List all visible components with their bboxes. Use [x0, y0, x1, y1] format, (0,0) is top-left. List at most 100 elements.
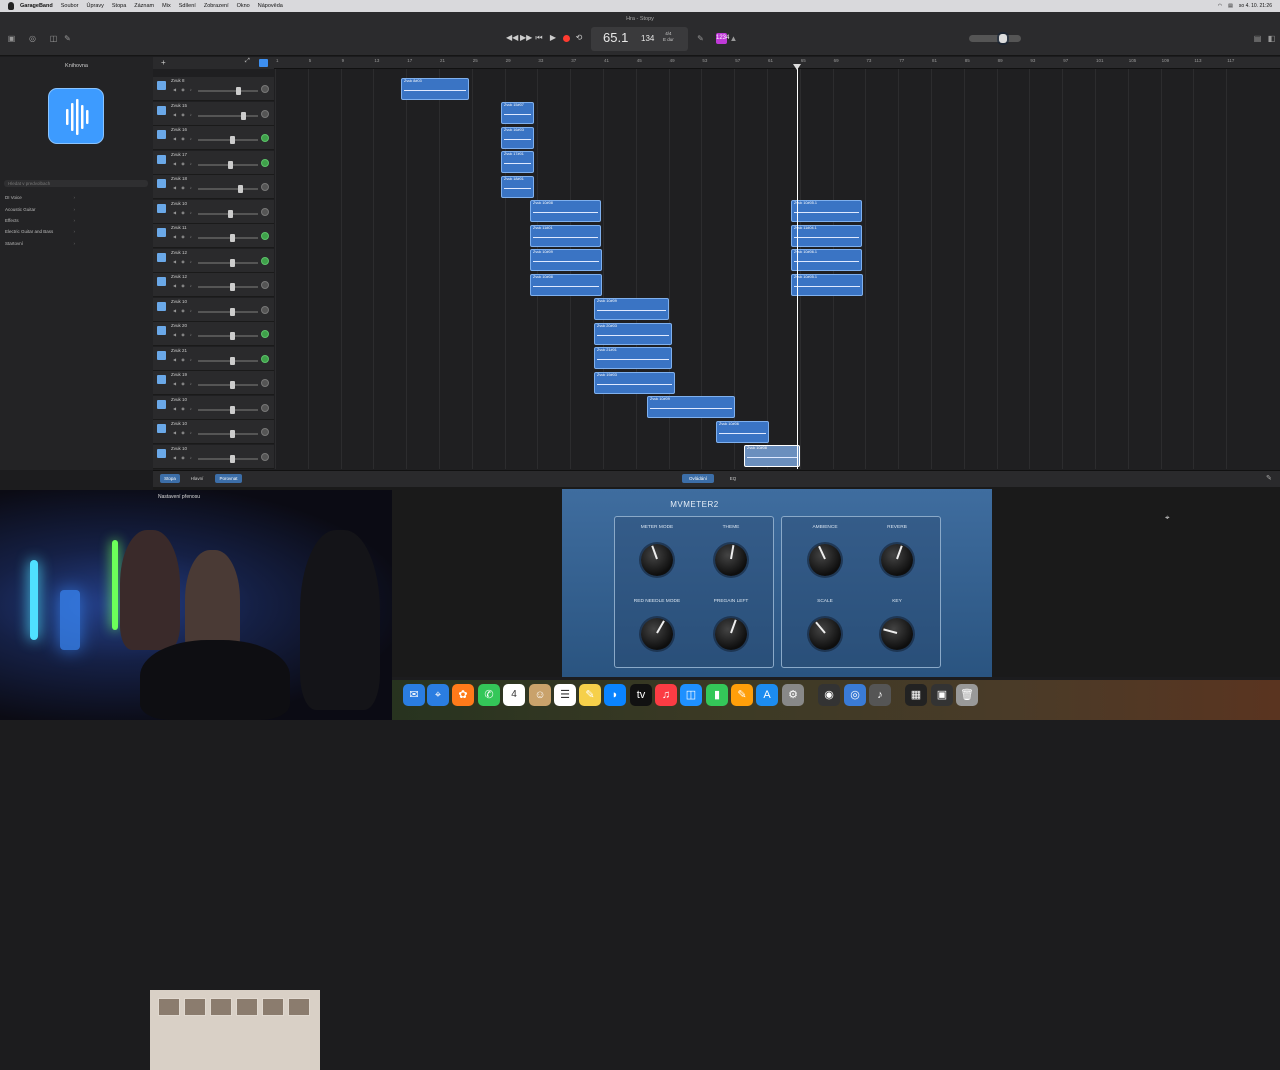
mute-solo-icon[interactable]: ◀ ◉ ♪: [173, 332, 194, 337]
audio-region[interactable]: Zvuk 19#03: [594, 372, 675, 394]
fader-knob[interactable]: [228, 160, 233, 169]
volume-fader[interactable]: [198, 258, 258, 267]
wifi-icon[interactable]: ◠: [1218, 3, 1222, 9]
audio-region[interactable]: Zvuk 18#01: [501, 176, 534, 198]
tab-eq[interactable]: EQ: [722, 474, 744, 483]
audio-region[interactable]: Zvuk 17#01: [501, 151, 534, 173]
forward-icon[interactable]: ▶▶: [520, 33, 532, 43]
mute-solo-icon[interactable]: ◀ ◉ ♪: [173, 406, 194, 411]
editors-icon[interactable]: ✎: [62, 33, 73, 44]
playhead-handle-icon[interactable]: [793, 64, 801, 70]
track-header[interactable]: Zvuk 10 ◀ ◉ ♪: [153, 199, 274, 224]
fader-knob[interactable]: [230, 283, 235, 291]
mute-solo-icon[interactable]: ◀ ◉ ♪: [173, 357, 194, 362]
catch-playhead-icon[interactable]: ⤢: [245, 58, 250, 65]
track-header[interactable]: Zvuk 18 ◀ ◉ ♪: [153, 175, 274, 199]
menu-item-share[interactable]: Sdílení: [179, 3, 196, 9]
library-item-di-voice[interactable]: DI Voice ›: [5, 193, 75, 203]
fader-knob[interactable]: [228, 209, 233, 218]
pan-knob[interactable]: [261, 232, 269, 240]
pan-knob[interactable]: [261, 158, 269, 167]
plugin-knob[interactable]: [809, 618, 841, 650]
pan-knob[interactable]: [261, 183, 269, 191]
control-center-icon[interactable]: ▤: [1228, 3, 1233, 9]
plugin-knob[interactable]: [641, 544, 673, 576]
loop-browser-icon[interactable]: ◧: [1266, 33, 1277, 44]
library-item-electric-guitar[interactable]: Electric Guitar and Bass ›: [5, 227, 75, 237]
track-header[interactable]: Zvuk 15 ◀ ◉ ♪: [153, 101, 274, 126]
trash-icon[interactable]: 🗑: [956, 684, 978, 706]
help-icon[interactable]: ◎: [27, 33, 38, 44]
fader-knob[interactable]: [230, 332, 235, 340]
track-name[interactable]: Zvuk 21: [171, 348, 187, 353]
menu-item-mix[interactable]: Mix: [162, 3, 171, 9]
cycle-icon[interactable]: ⟲: [574, 33, 584, 43]
fader-knob[interactable]: [230, 307, 235, 316]
go-to-start-icon[interactable]: ⏮: [534, 33, 544, 43]
track-name[interactable]: Zvuk 19: [171, 372, 187, 377]
track-name[interactable]: Zvuk 12: [171, 274, 187, 279]
volume-fader[interactable]: [198, 381, 258, 389]
fader-knob[interactable]: [230, 454, 235, 463]
plugin-knob[interactable]: [881, 544, 913, 576]
track-name[interactable]: Zvuk 10: [171, 421, 187, 426]
track-name[interactable]: Zvuk 17: [171, 152, 187, 157]
audio-region[interactable]: Zvuk 10#05.1: [791, 274, 863, 296]
menu-item-record[interactable]: Záznam: [134, 3, 154, 9]
playhead[interactable]: [797, 64, 798, 469]
volume-fader[interactable]: [198, 234, 258, 242]
menu-item-view[interactable]: Zobrazení: [204, 3, 229, 9]
volume-fader[interactable]: [198, 185, 258, 193]
track-header[interactable]: Zvuk 12 ◀ ◉ ♪: [153, 273, 274, 297]
track-header[interactable]: Zvuk 21 ◀ ◉ ♪: [153, 346, 274, 371]
edit-pencil-icon[interactable]: ✎: [1266, 474, 1272, 482]
volume-fader[interactable]: [198, 283, 258, 291]
fader-knob[interactable]: [230, 136, 235, 144]
audio-region[interactable]: Zvuk 15#07: [501, 102, 534, 124]
app-store-icon[interactable]: A: [756, 684, 778, 706]
volume-fader[interactable]: [198, 136, 258, 144]
fader-knob[interactable]: [241, 111, 246, 120]
mute-solo-icon[interactable]: ◀ ◉ ♪: [173, 161, 194, 166]
volume-fader[interactable]: [198, 111, 258, 120]
audio-region[interactable]: Zvuk 16#03: [501, 127, 534, 149]
track-header[interactable]: Zvuk 20 ◀ ◉ ♪: [153, 322, 274, 346]
pan-knob[interactable]: [261, 109, 269, 118]
tab-controls[interactable]: Ovládání: [682, 474, 714, 483]
track-name[interactable]: Zvuk 16: [171, 127, 187, 132]
master-volume-slider[interactable]: [969, 34, 1021, 43]
audio-region[interactable]: Zvuk 10#08: [744, 445, 800, 467]
smart-controls-icon[interactable]: ◫: [48, 33, 59, 44]
track-header[interactable]: Zvuk 17 ◀ ◉ ♪: [153, 150, 274, 175]
audio-region[interactable]: Zvuk 10#08: [530, 200, 601, 222]
notepad-icon[interactable]: ▤: [1252, 33, 1263, 44]
finder-search-icon[interactable]: ◎: [844, 684, 866, 706]
tv-icon[interactable]: tv: [630, 684, 652, 706]
garageband-icon[interactable]: ♪: [869, 684, 891, 706]
screenshot-icon[interactable]: ▦: [905, 684, 927, 706]
apple-icon[interactable]: [8, 2, 14, 10]
volume-fader[interactable]: [198, 454, 258, 463]
library-item-acoustic-guitar[interactable]: Acoustic Guitar ›: [5, 205, 75, 215]
menu-item-file[interactable]: Soubor: [61, 3, 79, 9]
pan-knob[interactable]: [261, 379, 269, 387]
track-name[interactable]: Zvuk 20: [171, 323, 187, 328]
volume-fader[interactable]: [198, 87, 258, 95]
tuner-icon[interactable]: ✎: [695, 33, 706, 44]
track-header[interactable]: Zvuk 10 ◀ ◉ ♪: [153, 420, 274, 444]
track-header[interactable]: Zvuk 10 ◀ ◉ ♪: [153, 297, 274, 322]
track-header[interactable]: Zvuk 19 ◀ ◉ ♪: [153, 371, 274, 395]
pan-knob[interactable]: [261, 281, 269, 289]
track-name[interactable]: Zvuk 15: [171, 103, 187, 108]
count-in-icon[interactable]: 1234: [716, 33, 729, 44]
volume-fader[interactable]: [198, 356, 258, 365]
reminders-icon[interactable]: ☰: [554, 684, 576, 706]
fader-knob[interactable]: [230, 356, 235, 365]
pan-knob[interactable]: [261, 403, 269, 412]
mute-solo-icon[interactable]: ◀ ◉ ♪: [173, 136, 194, 141]
mail-icon[interactable]: ✉: [403, 684, 425, 706]
pan-knob[interactable]: [261, 207, 269, 216]
pan-knob[interactable]: [261, 330, 269, 338]
plugin-knob[interactable]: [715, 618, 747, 650]
lcd-display[interactable]: 65.1 134 4/4 E dur: [591, 27, 688, 51]
